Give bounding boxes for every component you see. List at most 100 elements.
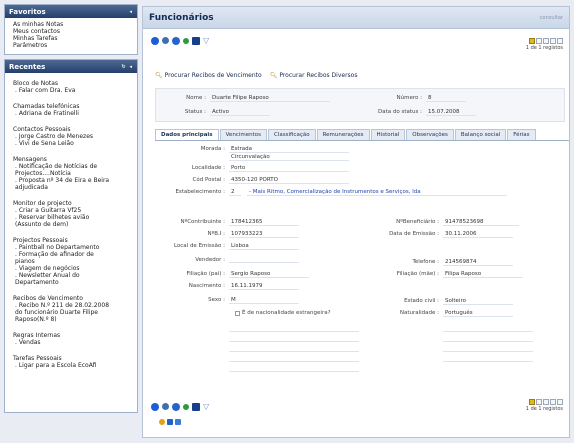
recent-item[interactable]: . Adriana de Fratinelli [13,110,133,117]
filter-icon[interactable]: ▽ [203,402,209,411]
save-icon[interactable] [192,402,200,411]
empty-row [229,346,359,352]
address-label: Morada : [200,146,225,152]
address-line1: Estrada [229,145,349,153]
recent-item[interactable]: pianos [13,258,133,265]
recent-item[interactable]: . Recibo N.º 211 de 28.02.2008 [13,302,133,309]
recent-item[interactable]: . Jorge Castro de Menezes [13,133,133,140]
beneficiary-number-label: NºBeneficiário : [396,219,439,225]
status-date-label: Data do status : [378,109,422,115]
status-date-value: 15.07.2008 [426,108,476,116]
favorites-item[interactable]: Meus contactos [13,28,133,35]
panel-tools-icon[interactable]: ↻ ◂ [122,64,133,70]
recent-item[interactable]: . Paintball no Departamento [13,244,133,251]
search-link-icon: 🔍︎ [155,72,163,79]
top-pager: 1 de 1 registos [526,38,563,51]
tab-6[interactable]: Balanço social [454,129,507,140]
recent-group-title: Mensagens [13,156,47,163]
search-icon[interactable] [162,403,169,410]
taxpayer-number-label: NºContribuinte : [180,219,225,225]
help-icon[interactable] [151,36,159,45]
taxpayer-number-value: 178412365 [229,218,299,226]
mother-label: Filiação (mãe) : [396,271,439,277]
recent-item[interactable]: . Newsletter Anual do [13,272,133,279]
tab-5[interactable]: Observações [406,129,454,140]
save-icon[interactable] [192,36,200,45]
recent-group: Bloco de Notas. Falar com Dra. Eva [13,80,133,94]
favorites-item[interactable]: Minhas Tarefas [13,35,133,42]
recent-item[interactable]: . Criar a Guitarra Vf25 [13,207,133,214]
recent-item[interactable]: . Vivi de Sena Leião [13,140,133,147]
tab-0[interactable]: Dados principais [155,129,219,140]
phone-value: 214569874 [443,258,513,266]
recent-item[interactable]: . Falar com Dra. Eva [13,87,133,94]
recent-item[interactable]: Raposo(N.º 8) [13,316,133,323]
empty-row [443,336,533,342]
empty-row [229,356,359,362]
collapse-icon[interactable]: ◂ [129,9,133,15]
info-icon[interactable] [172,402,180,411]
status-label: Status : [184,109,206,115]
foreign-nationality-checkbox[interactable] [235,310,240,316]
recent-item[interactable]: do funcionário Duarte Filipe [13,309,133,316]
recent-item[interactable]: Departamento [13,279,133,286]
recent-group-title: Recibos de Vencimento [13,295,83,302]
recent-title: Recentes [9,62,46,71]
recent-item[interactable]: . Reservar bilhetes avião [13,214,133,221]
search-salary-receipts-link[interactable]: 🔍︎ Procurar Recibos de Vencimento [155,72,262,79]
search-other-receipts-link[interactable]: 🔍︎ Procurar Recibos Diversos [270,72,358,79]
recent-item[interactable]: Projectos....Notícia [13,170,133,177]
recent-item[interactable]: . Proposta nº 34 de Eira e Beira [13,177,133,184]
recent-item[interactable]: . Vendas [13,339,133,346]
foreign-nationality-check[interactable]: É de nacionalidade estrangeira? [235,310,331,316]
tab-4[interactable]: Historial [370,129,406,140]
list-icon[interactable] [175,419,181,425]
number-label: Número : [396,95,422,101]
search-icon[interactable] [162,37,169,44]
help-icon[interactable] [151,402,159,411]
recent-item[interactable]: adjudicada [13,184,133,191]
tab-3[interactable]: Remunerações [316,129,370,140]
sex-label: Sexo : [208,297,225,303]
recent-list: Bloco de Notas. Falar com Dra. Eva Chamad… [5,73,137,374]
recent-group: Mensagens. Notificação de Notícias de Pro… [13,156,133,191]
recent-item[interactable]: . Viagem de negócios [13,265,133,272]
recent-item[interactable]: . Notificação de Notícias de [13,163,133,170]
favorites-item[interactable]: Parâmetros [13,42,133,49]
recent-group-title: Projectos Pessoais [13,237,68,244]
search-salary-receipts-label: Procurar Recibos de Vencimento [164,72,262,79]
favorites-title: Favoritos [9,7,46,16]
recent-item[interactable]: . Ligar para a Escola EcoAfi [13,362,133,369]
bottom-toolbar: ▽ [151,402,209,411]
recent-item[interactable]: (Assunto de dem) [13,221,133,228]
tab-1[interactable]: Vencimentos [219,129,267,140]
empty-row [229,366,359,372]
foreign-nationality-label: É de nacionalidade estrangeira? [242,310,331,316]
tab-7[interactable]: Férias [507,129,536,140]
favorites-panel: Favoritos ◂ As minhas Notas Meus contacto… [4,4,138,55]
edit-icon[interactable] [183,403,189,410]
pager-controls[interactable] [526,399,563,405]
info-icon[interactable] [172,36,180,45]
recent-group-title: Contactos Pessoais [13,126,71,133]
window-icon[interactable] [167,419,173,425]
favorites-item[interactable]: As minhas Notas [13,21,133,28]
birth-date-value: 16.11.1979 [229,282,299,290]
settings-icon[interactable] [159,419,165,425]
pager-text: 1 de 1 registos [525,45,563,51]
pager-controls[interactable] [526,38,563,44]
main-data-panel: Morada : Estrada Circunvalação Localidad… [155,140,569,396]
issue-place-label: Local de Emissão : [173,243,225,249]
page-title: Funcionários [149,12,214,23]
recent-item[interactable]: . Formação de afinador de [13,251,133,258]
recent-group-title: Chamadas telefónicas [13,103,80,110]
postal-code-label: Cód Postal : [192,177,225,183]
edit-icon[interactable] [183,37,189,44]
establishment-link[interactable]: - Mais Ritmo, Comercialização de Instrum… [247,188,507,196]
locality-label: Localidade : [191,165,225,171]
recent-group-title: Monitor de projecto [13,200,72,207]
tab-2[interactable]: Classificação [267,129,316,140]
search-other-receipts-label: Procurar Recibos Diversos [279,72,358,79]
sex-value: M [229,296,299,304]
filter-icon[interactable]: ▽ [203,36,209,45]
